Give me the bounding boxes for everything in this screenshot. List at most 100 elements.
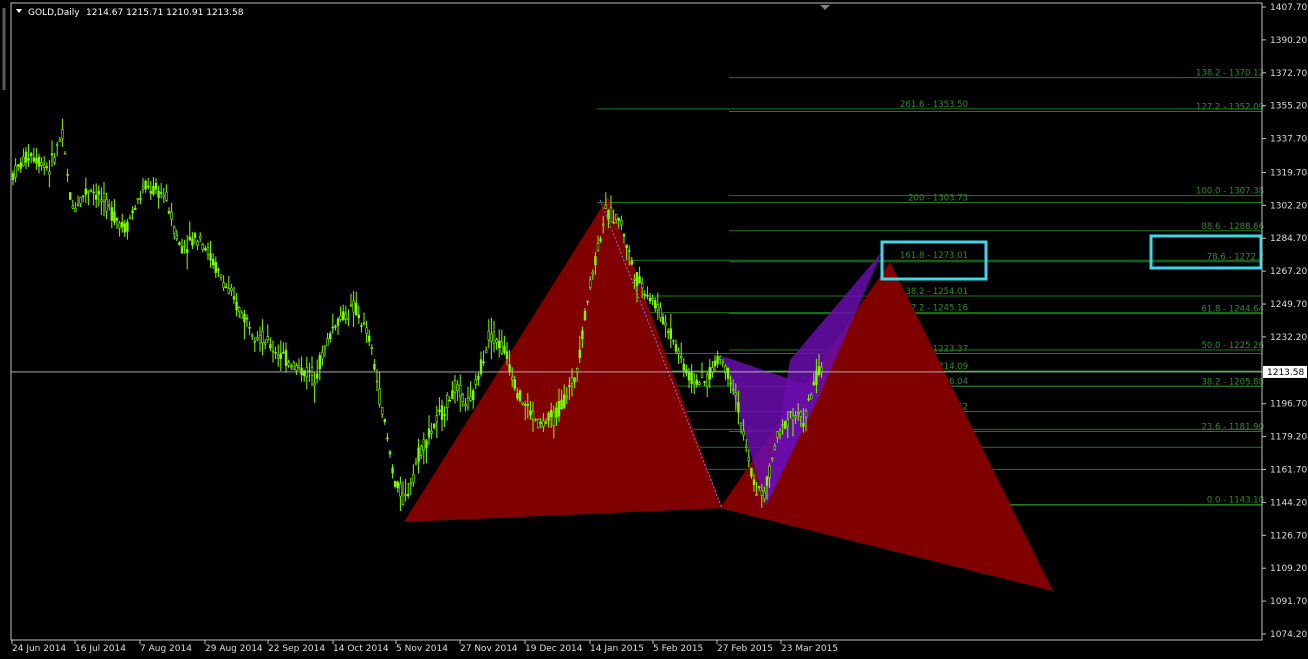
candle-body	[549, 410, 553, 417]
candle	[451, 381, 454, 400]
candle-body	[87, 190, 90, 193]
candle-body	[95, 194, 98, 200]
candle-body	[487, 330, 490, 341]
candle-body	[331, 326, 334, 329]
candle	[674, 339, 678, 355]
candle	[438, 397, 441, 416]
candle-body	[731, 389, 735, 391]
candle-body	[196, 241, 199, 246]
time-label: 27 Feb 2015	[717, 644, 773, 654]
candle-body	[367, 335, 371, 342]
candle-body	[718, 356, 722, 360]
candle	[713, 355, 717, 371]
candle-body	[560, 399, 563, 410]
candle	[92, 184, 95, 206]
candle-body	[180, 246, 184, 254]
chart-shift-marker-icon[interactable]	[820, 5, 830, 10]
price-label: 1249.70	[1270, 300, 1307, 310]
fib-label-left: 200 - 1303.73	[908, 193, 968, 203]
candle-body	[786, 419, 790, 427]
candle-body	[557, 401, 561, 417]
ohlc-values: 1214.67 1215.71 1210.91 1213.58	[86, 8, 244, 18]
candle	[367, 329, 371, 347]
candle	[71, 199, 75, 210]
candle	[692, 373, 696, 395]
collapse-arrow-icon[interactable]	[16, 9, 22, 13]
candle-body	[141, 186, 145, 191]
candle-body	[752, 479, 756, 485]
candle-body	[217, 269, 220, 271]
candle-body	[607, 209, 610, 220]
candle	[711, 360, 714, 378]
candle-body	[635, 272, 639, 287]
candle	[292, 360, 295, 371]
candle	[175, 229, 178, 242]
candle	[334, 324, 337, 331]
candle	[310, 356, 314, 387]
candle	[82, 195, 85, 203]
candle-body	[126, 221, 129, 232]
candle	[48, 159, 51, 188]
candle-body	[783, 421, 787, 429]
candle-body	[440, 405, 444, 420]
candle-body	[40, 162, 43, 167]
candle-body	[703, 381, 706, 383]
candle	[653, 297, 657, 313]
candle	[341, 304, 345, 321]
candle	[419, 444, 423, 459]
candle-body	[108, 204, 111, 207]
candle-body	[690, 372, 693, 385]
candle	[87, 190, 90, 206]
price-label: 1074.20	[1270, 630, 1307, 640]
candle-body	[622, 233, 626, 237]
candle-body	[110, 207, 114, 221]
candle-body	[518, 390, 522, 401]
time-label: 7 Aug 2014	[140, 644, 192, 654]
price-chart[interactable]: 261.6 - 1353.50 200 - 1303.73 161.8 - 1273…	[0, 0, 1308, 655]
time-label: 27 Nov 2014	[460, 644, 518, 654]
candle-body	[300, 367, 303, 376]
candle-body	[677, 350, 680, 354]
candle	[456, 380, 459, 402]
candle	[284, 342, 288, 373]
candle-body	[542, 420, 545, 427]
candle-body	[66, 174, 69, 176]
candle	[315, 359, 319, 384]
candle-body	[430, 430, 433, 434]
candle-body	[279, 353, 282, 359]
candle-body	[391, 467, 394, 474]
candle-body	[640, 283, 644, 289]
price-label: 1302.20	[1270, 201, 1307, 211]
candle-body	[289, 365, 293, 368]
candle-body	[451, 390, 454, 400]
candle-body	[315, 373, 319, 379]
candle-body	[544, 421, 548, 424]
candle-body	[765, 476, 769, 486]
candle-body	[726, 367, 730, 379]
candle-body	[583, 310, 587, 320]
candle-body	[666, 331, 670, 333]
candle	[238, 306, 241, 318]
candle-body	[362, 322, 366, 325]
candle-body	[679, 355, 683, 359]
candle-body	[354, 302, 358, 316]
candle-body	[432, 423, 436, 428]
candle-body	[186, 249, 189, 253]
candle-body	[653, 300, 657, 309]
candle-body	[471, 390, 475, 401]
candle-body	[516, 393, 519, 399]
candle	[373, 359, 376, 372]
candle-body	[643, 293, 647, 296]
candle-body	[89, 190, 93, 193]
candle-body	[162, 194, 165, 198]
candle	[27, 143, 30, 167]
candle	[256, 331, 259, 342]
candle-body	[136, 198, 139, 201]
candle	[648, 292, 652, 305]
candle	[435, 405, 438, 439]
candle-body	[435, 415, 438, 423]
candle	[646, 286, 649, 300]
candle	[263, 339, 267, 350]
candle	[328, 330, 332, 343]
candle	[219, 274, 223, 281]
